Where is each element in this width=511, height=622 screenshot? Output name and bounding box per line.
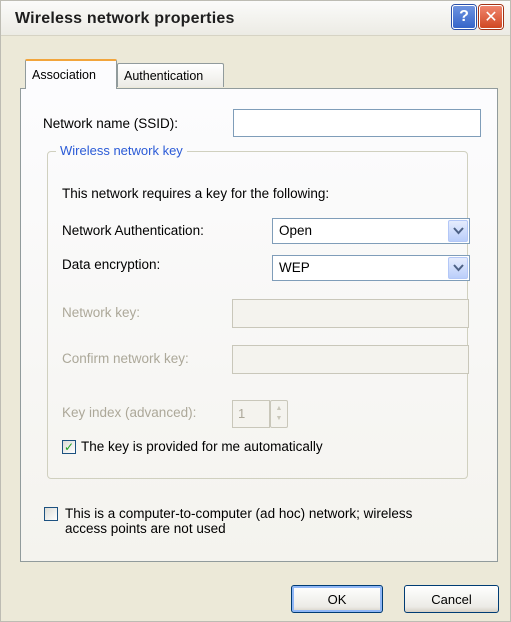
adhoc-label-line2: access points are not used: [65, 521, 226, 536]
adhoc-checkbox[interactable]: [44, 507, 58, 521]
key-required-text: This network requires a key for the foll…: [62, 186, 330, 201]
network-auth-label: Network Authentication:: [62, 223, 204, 238]
data-encryption-select[interactable]: WEP: [272, 255, 470, 281]
spinner-up-icon[interactable]: ▲: [276, 404, 283, 414]
group-title: Wireless network key: [56, 143, 187, 158]
key-index-spinner[interactable]: ▲ ▼: [270, 400, 288, 428]
checkmark-icon: ✓: [63, 440, 75, 454]
network-key-input[interactable]: [232, 299, 469, 328]
key-index-label: Key index (advanced):: [62, 405, 197, 420]
selected-value: WEP: [279, 260, 310, 275]
cancel-button-label: Cancel: [431, 591, 472, 607]
tab-association[interactable]: Association: [25, 59, 117, 89]
association-panel: Network name (SSID): Wireless network ke…: [20, 88, 498, 562]
confirm-key-input[interactable]: [232, 345, 469, 374]
title-bar[interactable]: Wireless network properties ? ✕: [1, 1, 510, 36]
window-title: Wireless network properties: [15, 10, 235, 27]
ssid-input[interactable]: [233, 109, 481, 137]
chevron-down-icon[interactable]: [448, 220, 468, 242]
selected-value: Open: [279, 223, 313, 238]
ssid-label: Network name (SSID):: [43, 116, 179, 131]
cancel-button[interactable]: Cancel: [404, 585, 499, 613]
tab-authentication[interactable]: Authentication: [117, 63, 224, 87]
auto-key-label[interactable]: The key is provided for me automatically: [81, 439, 323, 454]
spinner-down-icon[interactable]: ▼: [276, 414, 283, 424]
close-icon: ✕: [484, 9, 498, 26]
chevron-down-icon[interactable]: [448, 257, 468, 279]
dialog-window: Wireless network properties ? ✕ Associat…: [0, 0, 511, 622]
auto-key-checkbox[interactable]: ✓: [62, 440, 76, 454]
network-auth-select[interactable]: Open: [272, 218, 470, 244]
help-icon: ?: [459, 8, 469, 25]
ok-button[interactable]: OK: [291, 585, 383, 613]
close-button[interactable]: ✕: [479, 5, 503, 29]
network-key-label: Network key:: [62, 305, 141, 320]
tab-label: Association: [32, 68, 96, 82]
help-button[interactable]: ?: [452, 5, 476, 29]
adhoc-label[interactable]: This is a computer-to-computer (ad hoc) …: [65, 506, 412, 536]
wireless-key-group: Wireless network key This network requir…: [47, 143, 470, 479]
ok-button-label: OK: [327, 591, 347, 607]
data-encryption-label: Data encryption:: [62, 257, 161, 272]
adhoc-label-line1: This is a computer-to-computer (ad hoc) …: [65, 506, 413, 521]
confirm-key-label: Confirm network key:: [62, 351, 189, 366]
key-index-input[interactable]: 1: [232, 400, 270, 428]
tab-label: Authentication: [124, 69, 204, 83]
